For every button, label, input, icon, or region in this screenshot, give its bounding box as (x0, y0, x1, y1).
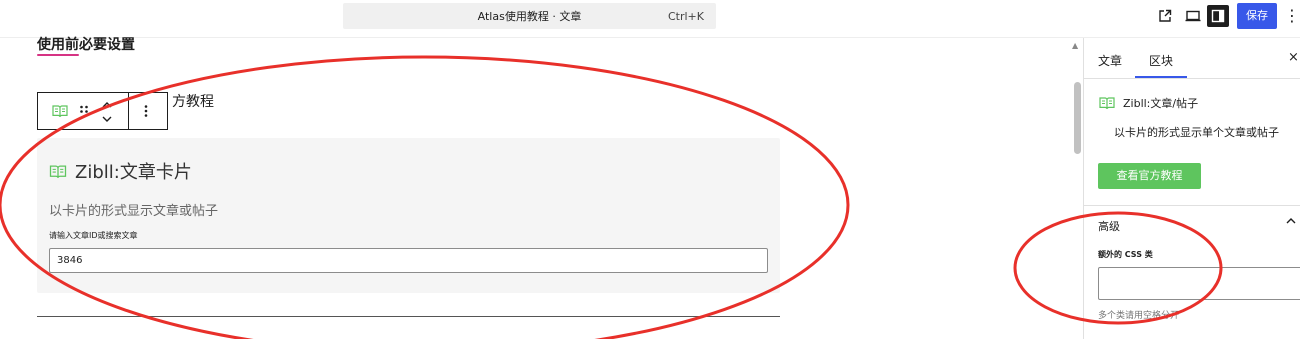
book-icon[interactable] (52, 104, 68, 118)
more-options-icon[interactable]: ⋮ (1284, 5, 1300, 27)
sidebar-toggle-icon[interactable] (1207, 5, 1229, 27)
block-name: Zibll:文章/帖子 (1123, 97, 1199, 110)
post-id-label: 请输入文章ID或搜索文章 (49, 231, 138, 240)
document-title: Atlas使用教程 · 文章 (477, 10, 582, 23)
hidden-block-text[interactable]: 方教程 (172, 91, 214, 111)
spellcheck-underline (37, 54, 79, 56)
post-heading[interactable]: 使用前必要设置 (37, 34, 135, 54)
css-class-label: 额外的 CSS 类 (1098, 250, 1153, 259)
external-link-icon[interactable] (1156, 7, 1174, 25)
advanced-panel-toggle[interactable]: 高级 (1098, 218, 1120, 234)
tab-post[interactable]: 文章 (1098, 52, 1122, 69)
block-more-options-icon[interactable] (144, 103, 148, 122)
drag-handle-icon[interactable] (79, 103, 89, 122)
tab-block[interactable]: 区块 (1149, 52, 1173, 69)
sidebar-divider (1084, 205, 1300, 206)
book-icon (49, 164, 67, 179)
separator-block[interactable] (37, 316, 780, 317)
scrollbar-thumb[interactable] (1074, 82, 1081, 154)
css-help-text: 多个类请用空格分开 (1098, 311, 1180, 321)
card-description: 以卡片的形式显示文章或帖子 (49, 204, 219, 219)
block-toolbar (37, 92, 168, 130)
scroll-up-arrow[interactable]: ▲ (1072, 41, 1078, 50)
book-icon (1099, 96, 1115, 110)
block-card-header: Zibll:文章/帖子 (1099, 95, 1198, 111)
editor-header: Atlas使用教程 · 文章 Ctrl+K 保存 ⋮ (0, 0, 1300, 38)
shortcut-hint: Ctrl+K (667, 10, 704, 23)
save-button[interactable]: 保存 (1237, 3, 1277, 29)
sidebar-divider (1084, 78, 1300, 79)
chevron-up-icon[interactable] (1286, 214, 1296, 229)
toolbar-divider (128, 93, 129, 129)
card-block-title: Zibll:文章卡片 (49, 158, 192, 184)
block-description: 以卡片的形式显示单个文章或帖子 (1114, 126, 1279, 139)
view-tutorial-button[interactable]: 查看官方教程 (1098, 163, 1201, 189)
css-class-input[interactable] (1098, 267, 1300, 300)
close-icon[interactable]: × (1288, 50, 1299, 65)
view-icon[interactable] (1184, 7, 1202, 25)
card-title-text: Zibll:文章卡片 (75, 162, 192, 183)
command-palette-bar[interactable]: Atlas使用教程 · 文章 Ctrl+K (343, 3, 716, 29)
post-id-input[interactable] (49, 248, 768, 273)
move-up-down-icon[interactable] (100, 99, 114, 129)
